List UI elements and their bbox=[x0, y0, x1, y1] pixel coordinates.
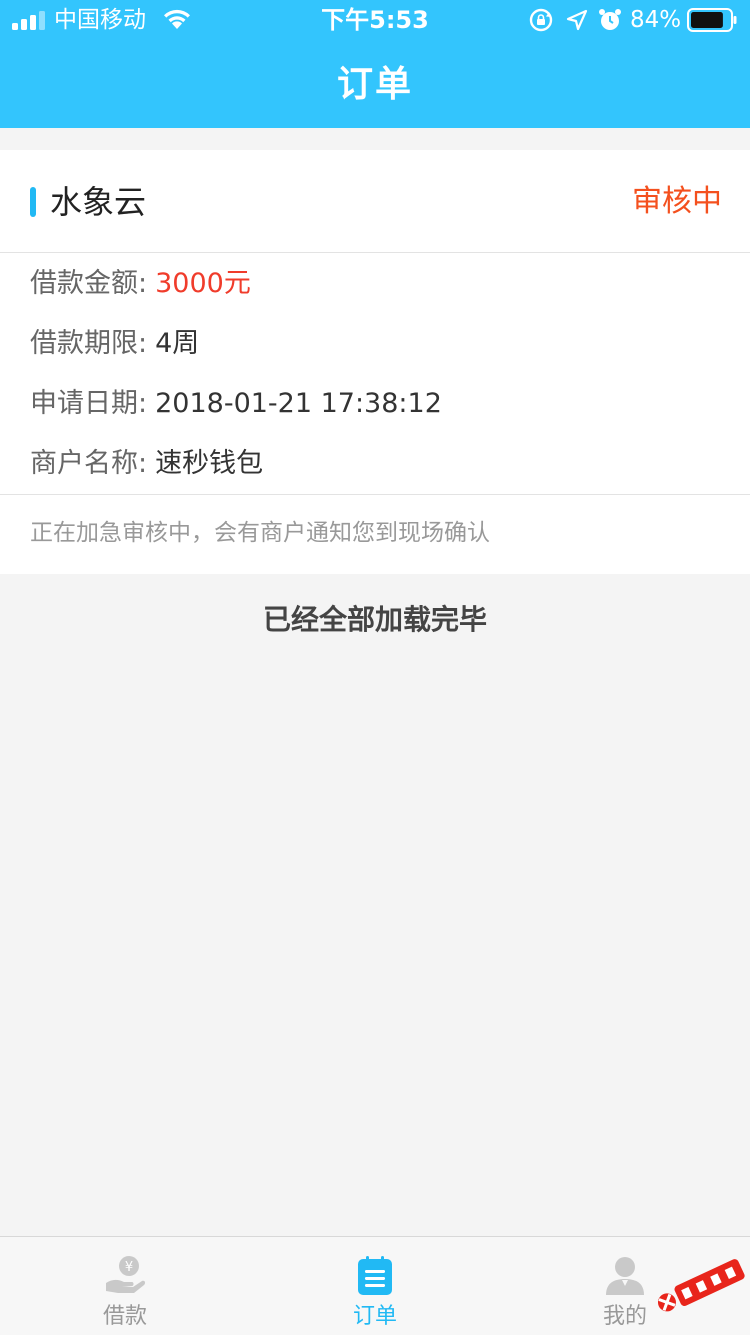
order-note: 正在加急审核中，会有商户通知您到现场确认 bbox=[30, 520, 490, 546]
order-card[interactable]: 水象云 审核中 借款金额: 3000元 借款期限: 4周 申请日期: 2018-01-… bbox=[0, 150, 750, 574]
page-title: 订单 bbox=[336, 64, 413, 105]
user-icon bbox=[606, 1257, 644, 1295]
tab-loan-label: 借款 bbox=[102, 1304, 147, 1329]
tab-orders[interactable]: 订单 bbox=[250, 1237, 500, 1335]
loan-amount-row: 借款金额: 3000元 bbox=[30, 264, 251, 304]
accent-bar bbox=[30, 187, 36, 217]
loan-amount-label: 借款金额: bbox=[30, 268, 148, 299]
battery-icon bbox=[687, 8, 737, 32]
loan-amount-value: 3000元 bbox=[155, 268, 251, 299]
apply-date-row: 申请日期: 2018-01-21 17:38:12 bbox=[30, 384, 442, 424]
battery-percent: 84% bbox=[630, 7, 682, 33]
divider bbox=[0, 494, 750, 495]
tab-bar: ¥ 借款 订单 我的 bbox=[0, 1236, 750, 1335]
tab-loan[interactable]: ¥ 借款 bbox=[0, 1237, 250, 1335]
app-header: 中国移动 下午5:53 84% 订单 bbox=[0, 0, 750, 128]
order-card-header: 水象云 审核中 bbox=[0, 150, 750, 253]
order-merchant-name: 水象云 bbox=[50, 183, 147, 221]
merchant-name-value: 速秒钱包 bbox=[155, 448, 264, 479]
rotation-lock-icon bbox=[529, 8, 553, 32]
loan-term-label: 借款期限: bbox=[30, 328, 148, 359]
loan-term-value: 4周 bbox=[155, 328, 200, 359]
svg-text:¥: ¥ bbox=[125, 1260, 133, 1275]
status-bar: 中国移动 下午5:53 84% bbox=[0, 0, 750, 40]
order-status: 审核中 bbox=[632, 184, 722, 219]
order-list-icon bbox=[358, 1256, 392, 1295]
loan-term-row: 借款期限: 4周 bbox=[30, 324, 199, 364]
location-icon bbox=[566, 9, 588, 31]
tab-orders-label: 订单 bbox=[352, 1304, 397, 1329]
apply-date-value: 2018-01-21 17:38:12 bbox=[155, 388, 442, 419]
list-end-text: 已经全部加载完毕 bbox=[262, 603, 487, 636]
watermark-logo bbox=[657, 1259, 745, 1312]
loan-hand-icon: ¥ bbox=[106, 1256, 146, 1293]
merchant-name-row: 商户名称: 速秒钱包 bbox=[30, 444, 263, 484]
alarm-icon bbox=[599, 9, 621, 30]
apply-date-label: 申请日期: bbox=[30, 388, 148, 419]
merchant-name-label: 商户名称: bbox=[30, 448, 148, 479]
